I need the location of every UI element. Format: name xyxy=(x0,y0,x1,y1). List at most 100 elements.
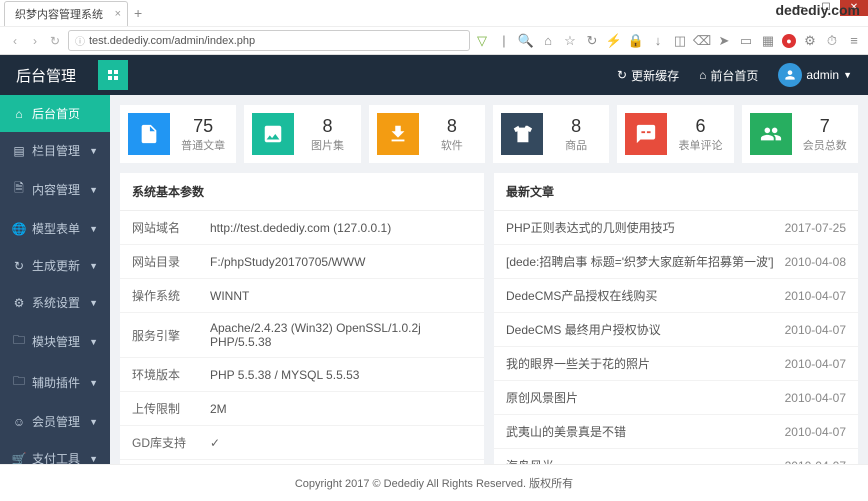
article-date: 2010-04-07 xyxy=(785,425,846,439)
speed-icon[interactable]: ⏱ xyxy=(824,33,840,49)
stat-label: 软件 xyxy=(427,137,477,153)
stat-label: 图片集 xyxy=(302,137,352,153)
stat-label: 普通文章 xyxy=(178,137,228,153)
main-content: 75普通文章8图片集8软件8商品6表单评论7会员总数 系统基本参数 网站域名ht… xyxy=(110,95,868,464)
row-value: 2M xyxy=(210,402,472,416)
grid-icon xyxy=(108,70,118,80)
home-icon: ⌂ xyxy=(12,107,26,121)
grid-icon[interactable]: ▦ xyxy=(760,33,776,49)
system-panel: 系统基本参数 网站域名http://test.dedediy.com (127.… xyxy=(120,173,484,464)
block-icon[interactable]: ● xyxy=(782,34,796,48)
article-title: [dede:招聘启事 标题='织梦大家庭新年招募第一波'] xyxy=(506,253,785,270)
article-row[interactable]: 原创风景图片2010-04-07 xyxy=(494,381,858,415)
stat-card-1[interactable]: 8图片集 xyxy=(244,105,360,163)
stat-card-5[interactable]: 7会员总数 xyxy=(742,105,858,163)
chevron-down-icon: ▼ xyxy=(89,337,98,347)
download-icon[interactable]: ↓ xyxy=(650,33,666,49)
sidebar-item-7[interactable]: 🗀辅助插件▼ xyxy=(0,362,110,403)
chevron-down-icon: ▼ xyxy=(89,454,98,464)
frontend-home-button[interactable]: ⌂ 前台首页 xyxy=(699,67,758,84)
article-row[interactable]: DedeCMS产品授权在线购买2010-04-07 xyxy=(494,279,858,313)
reload-icon[interactable]: ↻ xyxy=(46,32,64,50)
row-value: WINNT xyxy=(210,289,472,303)
sidebar-item-8[interactable]: ☺会员管理▼ xyxy=(0,403,110,440)
home-icon[interactable]: ⌂ xyxy=(540,33,556,49)
user-menu[interactable]: admin ▼ xyxy=(778,63,852,87)
system-panel-title: 系统基本参数 xyxy=(120,173,484,211)
list-icon: ▤ xyxy=(12,144,26,158)
article-row[interactable]: 武夷山的美景真是不错2010-04-07 xyxy=(494,415,858,449)
article-row[interactable]: PHP正则表达式的几则使用技巧2017-07-25 xyxy=(494,211,858,245)
chevron-down-icon: ▼ xyxy=(89,146,98,156)
refresh-cache-button[interactable]: ↻ 更新缓存 xyxy=(617,67,679,84)
article-row[interactable]: 我的眼界一些关于花的照片2010-04-07 xyxy=(494,347,858,381)
doc-icon xyxy=(128,113,170,155)
url-bar: ‹ › ↻ ⓘ test.dedediy.com/admin/index.php… xyxy=(0,26,868,54)
sidebar-item-2[interactable]: 🗎内容管理▼ xyxy=(0,169,110,210)
browser-toolbar: ▽ | 🔍 ⌂ ☆ ↻ ⚡ 🔒 ↓ ◫ ⌫ ➤ ▭ ▦ ● ⚙ ⏱ ≡ xyxy=(474,33,862,49)
stat-card-4[interactable]: 6表单评论 xyxy=(617,105,733,163)
url-text: test.dedediy.com/admin/index.php xyxy=(89,35,255,47)
url-input[interactable]: ⓘ test.dedediy.com/admin/index.php xyxy=(68,30,470,51)
stat-card-2[interactable]: 8软件 xyxy=(369,105,485,163)
row-value: PHP 5.5.38 / MYSQL 5.5.53 xyxy=(210,368,472,382)
stat-number: 8 xyxy=(551,116,601,137)
sidebar-item-5[interactable]: ⚙系统设置▼ xyxy=(0,284,110,321)
system-row: 服务引擎Apache/2.4.23 (Win32) OpenSSL/1.0.2j… xyxy=(120,313,484,358)
back-icon[interactable]: ‹ xyxy=(6,32,24,50)
stat-card-3[interactable]: 8商品 xyxy=(493,105,609,163)
system-row: 环境版本PHP 5.5.38 / MYSQL 5.5.53 xyxy=(120,358,484,392)
article-row[interactable]: DedeCMS 最终用户授权协议2010-04-07 xyxy=(494,313,858,347)
history-icon[interactable]: ↻ xyxy=(584,33,600,49)
articles-panel-title: 最新文章 xyxy=(494,173,858,211)
sidebar-label: 后台首页 xyxy=(32,105,80,122)
crop-icon[interactable]: ◫ xyxy=(672,33,688,49)
row-value: F:/phpStudy20170705/WWW xyxy=(210,255,472,269)
sidebar-label: 生成更新 xyxy=(32,257,80,274)
refresh-label: 更新缓存 xyxy=(631,67,679,84)
eraser-icon[interactable]: ⌫ xyxy=(694,33,710,49)
sidebar-item-4[interactable]: ↻生成更新▼ xyxy=(0,247,110,284)
stat-info: 6表单评论 xyxy=(675,116,725,153)
search-icon[interactable]: 🔍 xyxy=(518,33,534,49)
stat-card-0[interactable]: 75普通文章 xyxy=(120,105,236,163)
bolt-icon[interactable]: ⚡ xyxy=(606,33,622,49)
article-row[interactable]: 海岛风光2010-04-07 xyxy=(494,449,858,464)
menu-toggle-button[interactable] xyxy=(98,60,128,90)
send-icon[interactable]: ➤ xyxy=(716,33,732,49)
sidebar-item-0[interactable]: ⌂ 后台首页 xyxy=(0,95,110,132)
tab-icon[interactable]: ▭ xyxy=(738,33,754,49)
row-key: 网站目录 xyxy=(132,253,210,270)
row-key: 服务引擎 xyxy=(132,327,210,344)
refresh-icon: ↻ xyxy=(12,259,26,273)
browser-tab[interactable]: 织梦内容管理系统 × xyxy=(4,1,128,26)
sidebar-label: 内容管理 xyxy=(32,181,80,198)
forward-icon[interactable]: › xyxy=(26,32,44,50)
article-title: 我的眼界一些关于花的照片 xyxy=(506,355,785,372)
lock-icon[interactable]: 🔒 xyxy=(628,33,644,49)
article-row[interactable]: [dede:招聘启事 标题='织梦大家庭新年招募第一波']2010-04-08 xyxy=(494,245,858,279)
shield-icon[interactable]: ▽ xyxy=(474,33,490,49)
stat-info: 8图片集 xyxy=(302,116,352,153)
menu-icon[interactable]: ≡ xyxy=(846,33,862,49)
article-title: DedeCMS产品授权在线购买 xyxy=(506,287,785,304)
sidebar-label: 栏目管理 xyxy=(32,142,80,159)
img-icon xyxy=(252,113,294,155)
sidebar-item-6[interactable]: 🗀模块管理▼ xyxy=(0,321,110,362)
sidebar-item-9[interactable]: 🛒支付工具▼ xyxy=(0,440,110,464)
sidebar-item-1[interactable]: ▤ 栏目管理 ▼ xyxy=(0,132,110,169)
nav-buttons: ‹ › ↻ xyxy=(6,32,64,50)
new-tab-button[interactable]: + xyxy=(134,5,142,21)
article-date: 2010-04-07 xyxy=(785,357,846,371)
home-icon: ⌂ xyxy=(699,68,706,82)
app: 后台管理 ↻ 更新缓存 ⌂ 前台首页 admin ▼ ⌂后台首页▤栏目管理▼🗎内 xyxy=(0,55,868,501)
star-icon[interactable]: ☆ xyxy=(562,33,578,49)
tab-close-icon[interactable]: × xyxy=(115,8,121,20)
row-key: 环境版本 xyxy=(132,366,210,383)
system-row: 操作系统WINNT xyxy=(120,279,484,313)
articles-panel: 最新文章 PHP正则表达式的几则使用技巧2017-07-25[dede:招聘启事… xyxy=(494,173,858,464)
sidebar-item-3[interactable]: 🌐模型表单▼ xyxy=(0,210,110,247)
stat-label: 会员总数 xyxy=(800,137,850,153)
sidebar-label: 辅助插件 xyxy=(32,374,80,391)
gear-icon[interactable]: ⚙ xyxy=(802,33,818,49)
